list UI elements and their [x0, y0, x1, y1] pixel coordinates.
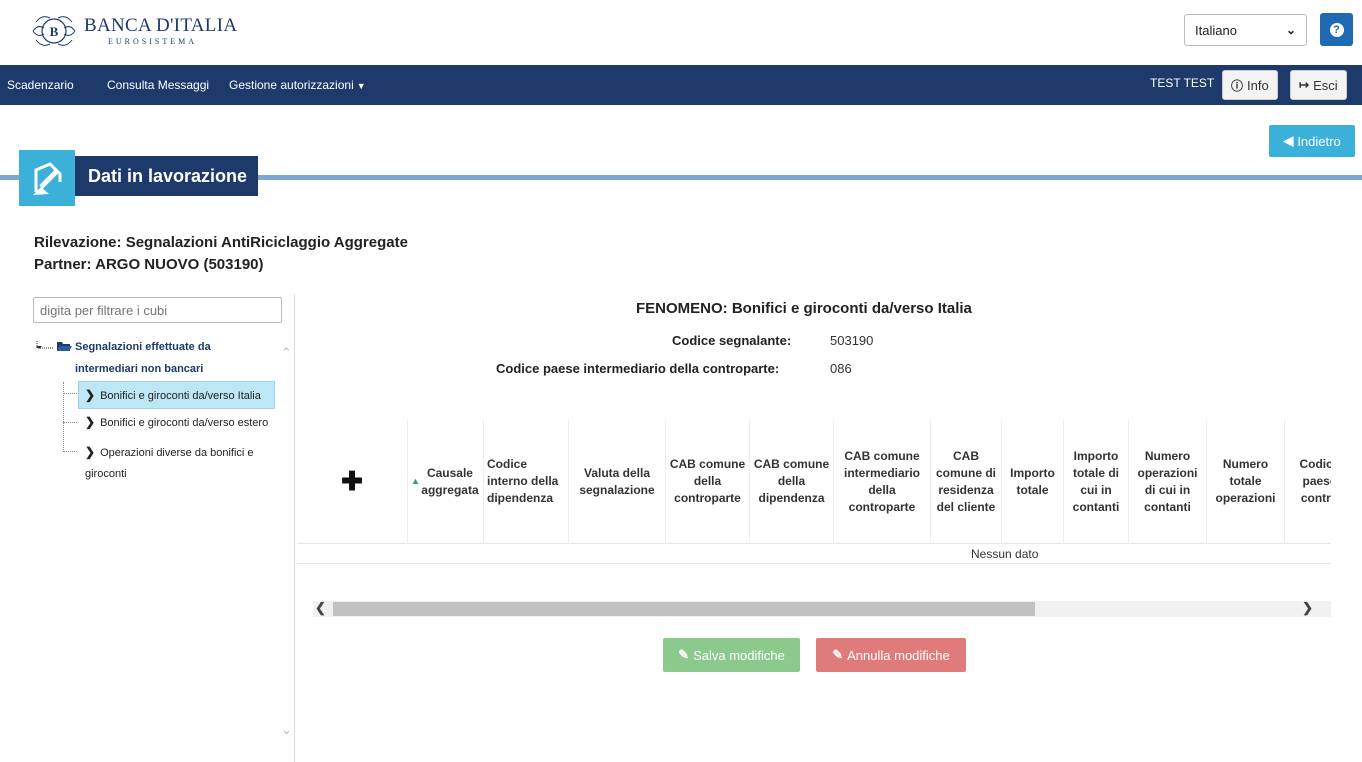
column-label: Numero totale operazioni	[1215, 457, 1276, 505]
step-backward-icon: ◀	[1283, 133, 1294, 148]
cancel-label: Annulla modifiche	[847, 647, 950, 663]
column-label: Codice paese contro	[1299, 457, 1331, 505]
chevron-down-icon: ⌄	[1285, 23, 1296, 37]
codice-segnalante-value: 503190	[830, 333, 874, 348]
user-name: TEST TEST	[1150, 76, 1215, 90]
exit-button[interactable]: ↦ Esci	[1290, 70, 1347, 100]
scroll-left-icon[interactable]: ❮	[315, 600, 326, 616]
codice-paese-value: 086	[830, 361, 852, 376]
back-label: Indietro	[1297, 133, 1341, 149]
column-label: Valuta della segnalazione	[579, 465, 655, 497]
column-label: CAB comune della controparte	[669, 457, 746, 505]
caret-down-icon: ▼	[356, 81, 366, 91]
logo-subtitle: EUROSISTEMA	[108, 37, 198, 46]
column-header[interactable]: Codice interno della dipendenza	[484, 419, 569, 544]
codice-segnalante-label: Codice segnalante:	[672, 333, 792, 348]
rilevazione-label: Rilevazione: Segnalazioni AntiRiciclaggi…	[34, 234, 408, 251]
tree-item-label: Bonifici e giroconti da/verso estero	[100, 417, 269, 429]
language-selected: Italiano	[1195, 22, 1237, 38]
tree-item-label: giroconti	[85, 468, 127, 480]
table-header-row: ✚ ▲ Causale aggregata Codice interno dell…	[297, 419, 1331, 544]
data-table: ✚ ▲ Causale aggregata Codice interno dell…	[297, 419, 1331, 564]
column-header[interactable]: CAB comune di residenza del cliente	[931, 419, 1002, 544]
codice-paese-label: Codice paese intermediario della controp…	[496, 361, 780, 376]
scroll-up-icon[interactable]: ⌃	[281, 345, 292, 361]
folder-open-icon	[57, 342, 72, 351]
page-title: Dati in lavorazione	[75, 156, 258, 196]
tree-connector	[63, 422, 77, 423]
sidebar-divider	[294, 294, 295, 762]
column-header[interactable]: Numero totale operazioni	[1207, 419, 1285, 544]
svg-text:B: B	[50, 24, 59, 39]
scroll-down-icon[interactable]: ⌄	[281, 722, 292, 738]
column-label: Codice interno della dipendenza	[487, 457, 559, 505]
tree-root-label-2: intermediari non bancari	[75, 363, 204, 375]
column-label: CAB comune della dipendenza	[753, 457, 830, 505]
tree-item-operazioni-diverse-cont[interactable]: giroconti	[78, 463, 127, 485]
bank-logo[interactable]: B BANCA D'ITALIA EUROSISTEMA	[30, 8, 237, 54]
column-label: CAB comune di residenza del cliente	[935, 448, 996, 514]
horizontal-scrollbar[interactable]: ❮ ❯	[313, 600, 1331, 617]
scroll-right-icon[interactable]: ❯	[1302, 600, 1313, 616]
column-label: Numero operazioni di cui in contanti	[1137, 448, 1198, 514]
sort-ascending-icon: ▲	[411, 476, 420, 486]
plus-icon: ✚	[341, 466, 363, 496]
tree-expander-icon	[36, 341, 54, 349]
main-navbar: Scadenzario Consulta Messaggi Gestione a…	[0, 65, 1362, 105]
edit-document-icon	[19, 150, 75, 206]
tree-item-bonifici-estero[interactable]: ❯ Bonifici e giroconti da/verso estero	[78, 411, 268, 434]
partner-label: Partner: ARGO NUOVO (503190)	[34, 256, 264, 273]
tree-item-label: Bonifici e giroconti da/verso Italia	[100, 390, 261, 402]
language-select[interactable]: Italiano ⌄	[1184, 14, 1307, 46]
cube-filter-input[interactable]	[33, 297, 282, 323]
column-header[interactable]: Numero operazioni di cui in contanti	[1129, 419, 1207, 544]
chevron-right-icon: ❯	[85, 445, 96, 459]
tree-root-node[interactable]: Segnalazioni effettuate da intermediari …	[34, 336, 211, 380]
column-header[interactable]: CAB comune della dipendenza	[750, 419, 834, 544]
info-icon: ⓘ	[1231, 78, 1244, 93]
tree-connector	[63, 393, 77, 394]
column-header[interactable]: Importo totale	[1002, 419, 1064, 544]
empty-table-row: Nessun dato	[297, 544, 1331, 564]
help-button[interactable]: ?	[1320, 13, 1353, 46]
column-label: Causale aggregata	[421, 465, 479, 497]
scrollbar-thumb[interactable]	[333, 602, 1035, 616]
column-header[interactable]: CAB comune intermediario della contropar…	[834, 419, 931, 544]
column-header[interactable]: Valuta della segnalazione	[569, 419, 666, 544]
fenomeno-title: FENOMENO: Bonifici e giroconti da/verso …	[636, 300, 972, 317]
tree-item-label: Operazioni diverse da bonifici e	[100, 447, 254, 459]
save-icon: ✎	[678, 647, 690, 662]
back-button[interactable]: ◀ Indietro	[1269, 125, 1355, 157]
sign-out-icon: ↦	[1299, 78, 1310, 92]
column-header[interactable]: Importo totale di cui in contanti	[1064, 419, 1129, 544]
nav-scadenzario[interactable]: Scadenzario	[7, 78, 74, 92]
tree-item-bonifici-italia[interactable]: ❯ Bonifici e giroconti da/verso Italia	[78, 381, 275, 409]
chevron-right-icon: ❯	[85, 388, 96, 402]
bank-emblem-icon: B	[32, 16, 76, 46]
info-label: Info	[1247, 77, 1269, 93]
cancel-icon: ✎	[832, 647, 844, 662]
tree-item-operazioni-diverse[interactable]: ❯ Operazioni diverse da bonifici e	[78, 441, 254, 464]
save-changes-button[interactable]: ✎ Salva modifiche	[663, 638, 800, 672]
column-label: CAB comune intermediario della contropar…	[843, 448, 921, 514]
exit-label: Esci	[1313, 77, 1338, 93]
column-header[interactable]: ▲ Causale aggregata	[408, 419, 484, 544]
logo-name: BANCA D'ITALIA	[84, 15, 238, 36]
nav-consulta-messaggi[interactable]: Consulta Messaggi	[107, 78, 209, 92]
info-button[interactable]: ⓘ Info	[1222, 70, 1278, 100]
nav-gestione-label: Gestione autorizzazioni	[229, 78, 354, 92]
save-label: Salva modifiche	[693, 647, 785, 663]
top-header: B BANCA D'ITALIA EUROSISTEMA Italiano ⌄ …	[0, 0, 1362, 65]
cancel-changes-button[interactable]: ✎ Annulla modifiche	[816, 638, 966, 672]
column-label: Importo totale di cui in contanti	[1072, 448, 1120, 514]
chevron-right-icon: ❯	[85, 415, 96, 429]
add-row-button[interactable]: ✚	[297, 419, 408, 544]
no-data-label: Nessun dato	[971, 547, 1039, 561]
tree-connector	[63, 451, 77, 452]
nav-gestione-autorizzazioni[interactable]: Gestione autorizzazioni ▼	[229, 78, 366, 92]
column-header[interactable]: Codice paese contro	[1285, 419, 1331, 544]
column-label: Importo totale	[1010, 465, 1055, 497]
column-header[interactable]: CAB comune della controparte	[666, 419, 750, 544]
question-icon: ?	[1329, 22, 1344, 37]
